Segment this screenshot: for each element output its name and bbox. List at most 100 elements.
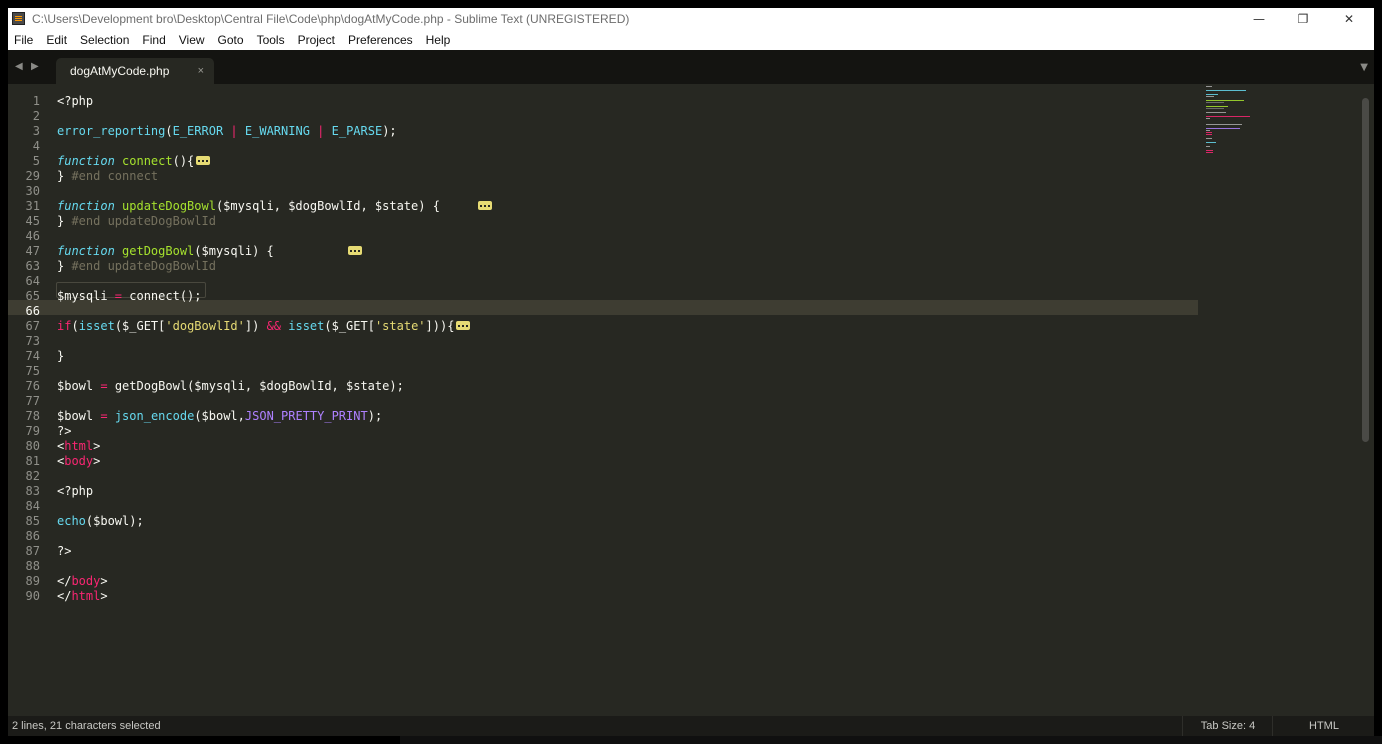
line-number: 74 [25,349,40,363]
vertical-scrollbar[interactable] [1362,98,1369,442]
fold-marker-icon[interactable] [196,156,211,165]
fold-marker-icon[interactable] [348,246,362,255]
line-number: 77 [25,394,40,408]
back-arrow-icon[interactable]: ◀ [15,61,23,72]
code-line: </body> [57,574,108,588]
menu-view[interactable]: View [173,30,212,50]
code-line: error_reporting(E_ERROR | E_WARNING | E_… [57,124,397,138]
code-editor[interactable]: 1 2 3 4 5 29 30 31 45 46 47 63 64 65 66 67 73 74 75 76 77 78 7… [8,84,1374,716]
code-line: </html> [57,589,108,603]
menu-edit[interactable]: Edit [40,30,74,50]
line-number: 1 [32,94,40,108]
line-number: 63 [25,259,40,273]
line-number: 86 [25,529,40,543]
close-button[interactable]: ✕ [1326,8,1372,30]
code-line: echo($bowl); [57,514,144,528]
menu-project[interactable]: Project [292,30,342,50]
menu-help[interactable]: Help [420,30,458,50]
tab-label: dogAtMyCode.php [70,64,170,78]
line-number: 3 [32,124,40,138]
line-number: 89 [25,574,40,588]
line-number: 84 [25,499,40,513]
sublime-window: C:\Users\Development bro\Desktop\Central… [8,8,1374,736]
tab-close-icon[interactable]: × [198,58,204,84]
line-number: 47 [25,244,40,258]
line-number: 85 [25,514,40,528]
minimap[interactable] [1206,86,1266,166]
menu-preferences[interactable]: Preferences [342,30,420,50]
code-line: <body> [57,454,101,468]
line-number: 79 [25,424,40,438]
selection-status: 2 lines, 21 characters selected [12,720,161,732]
tab-bar: ◀ ▶ dogAtMyCode.php × ▼ [8,50,1374,84]
line-number: 66 [25,304,40,318]
line-number: 76 [25,379,40,393]
status-bar: 2 lines, 21 characters selected Tab Size… [8,716,1374,736]
line-number: 75 [25,364,40,378]
code-line: function getDogBowl($mysqli) { [57,244,1197,259]
tab-dogatmycode[interactable]: dogAtMyCode.php × [56,58,214,84]
code-area[interactable]: <?php error_reporting(E_ERROR | E_WARNIN… [57,94,1197,604]
code-line: } [57,349,65,363]
code-line: ?> [57,424,72,438]
line-number: 81 [25,454,40,468]
menu-tools[interactable]: Tools [251,30,292,50]
window-title: C:\Users\Development bro\Desktop\Central… [32,12,630,26]
line-number: 30 [25,184,40,198]
code-line: $bowl = getDogBowl($mysqli, $dogBowlId, … [57,379,404,393]
line-number: 64 [25,274,40,288]
code-line: function connect(){ [57,154,1197,169]
code-line: <?php [57,484,94,498]
code-line: if(isset($_GET['dogBowlId']) && isset($_… [57,319,1197,334]
line-number: 5 [32,154,40,168]
code-line: } #end updateDogBowlId [57,214,216,228]
line-number: 88 [25,559,40,573]
code-line: <html> [57,439,101,453]
line-number: 90 [25,589,40,603]
line-number: 82 [25,469,40,483]
line-number-gutter: 1 2 3 4 5 29 30 31 45 46 47 63 64 65 66 67 73 74 75 76 77 78 7… [8,94,40,604]
code-line: ?> [57,544,72,558]
syntax-selector[interactable]: HTML [1272,716,1374,736]
code-line: } #end connect [57,169,159,183]
minimize-button[interactable]: — [1236,8,1282,30]
code-line: $mysqli = connect(); [57,289,202,303]
menu-bar: File Edit Selection Find View Goto Tools Projec… [8,30,1374,50]
title-bar: C:\Users\Development bro\Desktop\Central… [8,8,1374,30]
menu-file[interactable]: File [8,30,40,50]
restore-button[interactable]: ❐ [1280,8,1326,30]
tab-list-dropdown-icon[interactable]: ▼ [1360,62,1368,73]
line-number: 46 [25,229,40,243]
menu-goto[interactable]: Goto [212,30,251,50]
line-number: 31 [25,199,40,213]
fold-marker-icon[interactable] [478,201,493,210]
line-number: 83 [25,484,40,498]
line-number: 67 [25,319,40,333]
line-number: 2 [32,109,40,123]
tab-size-selector[interactable]: Tab Size: 4 [1182,716,1273,736]
taskbar [400,736,1382,744]
line-number: 65 [25,289,40,303]
fold-marker-icon[interactable] [456,321,471,330]
line-number: 29 [25,169,40,183]
menu-selection[interactable]: Selection [74,30,136,50]
code-line: } #end updateDogBowlId [57,259,216,273]
line-number: 4 [32,139,40,153]
menu-find[interactable]: Find [136,30,172,50]
line-number: 78 [25,409,40,423]
forward-arrow-icon[interactable]: ▶ [31,61,39,72]
sublime-text-icon [12,12,25,25]
line-number: 80 [25,439,40,453]
